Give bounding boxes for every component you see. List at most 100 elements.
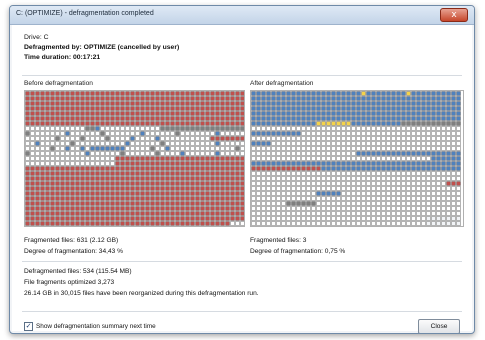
cluster-block <box>220 211 225 216</box>
cluster-block <box>100 136 105 141</box>
cluster-block <box>291 136 296 141</box>
cluster-block <box>436 126 441 131</box>
close-button[interactable]: Close <box>418 319 460 333</box>
cluster-block <box>346 166 351 171</box>
show-summary-checkbox[interactable]: ✓ <box>24 322 33 331</box>
cluster-block <box>50 106 55 111</box>
cluster-block <box>160 161 165 166</box>
cluster-block <box>50 116 55 121</box>
cluster-block <box>376 96 381 101</box>
cluster-block <box>65 151 70 156</box>
cluster-block <box>346 176 351 181</box>
cluster-block <box>321 196 326 201</box>
cluster-block <box>431 206 436 211</box>
cluster-block <box>175 111 180 116</box>
cluster-block <box>306 151 311 156</box>
cluster-block <box>401 161 406 166</box>
cluster-block <box>301 171 306 176</box>
cluster-block <box>281 211 286 216</box>
cluster-block <box>271 101 276 106</box>
cluster-block <box>30 136 35 141</box>
cluster-block <box>296 221 301 226</box>
cluster-block <box>210 116 215 121</box>
cluster-block <box>381 216 386 221</box>
cluster-block <box>271 146 276 151</box>
cluster-block <box>331 91 336 96</box>
cluster-block <box>150 91 155 96</box>
cluster-block <box>210 96 215 101</box>
cluster-block <box>105 191 110 196</box>
cluster-block <box>431 126 436 131</box>
cluster-block <box>381 196 386 201</box>
cluster-block <box>125 126 130 131</box>
cluster-block <box>25 141 30 146</box>
show-summary-option[interactable]: ✓ Show defragmentation summary next time <box>24 322 156 331</box>
separator <box>22 75 462 76</box>
window-close-button[interactable]: x <box>440 8 468 22</box>
cluster-block <box>296 116 301 121</box>
cluster-block <box>436 176 441 181</box>
cluster-block <box>210 211 215 216</box>
cluster-block <box>426 206 431 211</box>
cluster-block <box>85 206 90 211</box>
cluster-block <box>80 116 85 121</box>
cluster-block <box>361 136 366 141</box>
cluster-block <box>446 181 451 186</box>
cluster-block <box>381 106 386 111</box>
cluster-block <box>110 91 115 96</box>
cluster-block <box>316 176 321 181</box>
cluster-block <box>190 166 195 171</box>
cluster-block <box>70 186 75 191</box>
cluster-block <box>215 201 220 206</box>
cluster-block <box>40 91 45 96</box>
cluster-block <box>145 96 150 101</box>
cluster-block <box>331 216 336 221</box>
cluster-block <box>30 131 35 136</box>
cluster-block <box>306 101 311 106</box>
cluster-block <box>240 161 244 166</box>
cluster-block <box>326 201 331 206</box>
cluster-block <box>251 221 256 226</box>
cluster-block <box>110 121 115 126</box>
cluster-block <box>90 126 95 131</box>
cluster-block <box>145 176 150 181</box>
cluster-block <box>381 91 386 96</box>
cluster-block <box>90 166 95 171</box>
cluster-block <box>406 146 411 151</box>
cluster-block <box>80 166 85 171</box>
cluster-block <box>266 131 271 136</box>
cluster-block <box>266 101 271 106</box>
cluster-block <box>175 161 180 166</box>
cluster-block <box>291 146 296 151</box>
cluster-block <box>125 161 130 166</box>
cluster-block <box>426 146 431 151</box>
cluster-block <box>271 216 276 221</box>
cluster-block <box>240 106 244 111</box>
cluster-block <box>30 196 35 201</box>
cluster-block <box>391 176 396 181</box>
cluster-block <box>90 176 95 181</box>
cluster-block <box>115 201 120 206</box>
cluster-block <box>391 91 396 96</box>
cluster-block <box>266 186 271 191</box>
cluster-block <box>240 211 244 216</box>
cluster-block <box>391 171 396 176</box>
cluster-block <box>301 141 306 146</box>
cluster-block <box>281 156 286 161</box>
cluster-block <box>190 96 195 101</box>
cluster-block <box>215 191 220 196</box>
cluster-block <box>266 171 271 176</box>
cluster-block <box>110 131 115 136</box>
cluster-block <box>326 196 331 201</box>
cluster-block <box>90 206 95 211</box>
cluster-block <box>341 211 346 216</box>
cluster-block <box>200 141 205 146</box>
cluster-block <box>90 121 95 126</box>
cluster-block <box>371 136 376 141</box>
cluster-block <box>240 176 244 181</box>
cluster-block <box>200 216 205 221</box>
cluster-block <box>411 161 416 166</box>
cluster-block <box>195 91 200 96</box>
cluster-block <box>155 216 160 221</box>
cluster-block <box>160 211 165 216</box>
